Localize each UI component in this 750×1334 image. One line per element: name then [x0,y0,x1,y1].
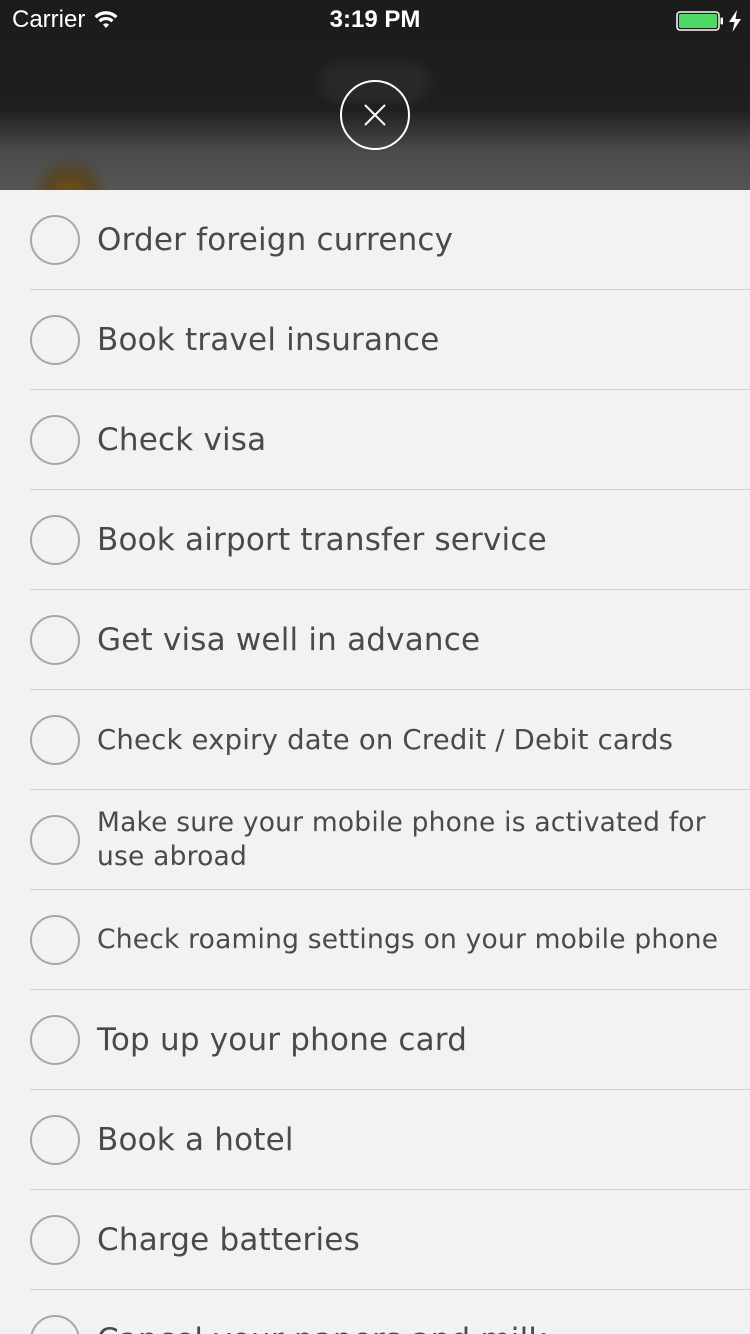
checklist-item-label: Charge batteries [97,1222,360,1258]
checkbox-circle[interactable] [30,215,80,265]
checklist-item[interactable]: Make sure your mobile phone is activated… [0,790,750,890]
checklist-item-label: Order foreign currency [97,222,454,258]
battery-group [676,10,742,32]
battery-icon [676,11,723,31]
checklist-item-label: Check visa [97,422,267,458]
checklist-item-label: Cancel your papers and milk [97,1322,730,1334]
checkbox-circle[interactable] [30,715,80,765]
checklist-item[interactable]: Order foreign currency [0,190,750,290]
checklist-item[interactable]: Book travel insurance [0,290,750,390]
checklist-item[interactable]: Book airport transfer service [0,490,750,590]
checkbox-circle[interactable] [30,1215,80,1265]
checkbox-circle[interactable] [30,615,80,665]
status-bar: Carrier 3:19 PM [0,0,750,40]
checkbox-circle[interactable] [30,815,80,865]
checklist-screen: Carrier 3:19 PM Order foreign currency B… [0,0,750,1334]
checklist-item-label: Get visa well in advance [97,622,481,658]
checklist-item[interactable]: Get visa well in advance [0,590,750,690]
checkbox-circle[interactable] [30,915,80,965]
checklist-item-label: Book travel insurance [97,322,440,358]
charging-bolt-icon [729,10,741,32]
checkbox-circle[interactable] [30,315,80,365]
checklist-item[interactable]: Cancel your papers and milk [0,1290,750,1334]
checklist-item-label: Make sure your mobile phone is activated… [97,807,706,872]
close-button[interactable] [340,80,410,150]
header-background: Carrier 3:19 PM [0,0,750,190]
status-time: 3:19 PM [329,6,421,33]
checklist-item-label: Book a hotel [97,1122,294,1158]
checklist: Order foreign currency Book travel insur… [0,190,750,1334]
checklist-item[interactable]: Top up your phone card [0,990,750,1090]
checklist-item[interactable]: Check roaming settings on your mobile ph… [0,890,750,990]
checklist-item-label: Top up your phone card [97,1022,468,1058]
checkbox-circle[interactable] [30,1015,80,1065]
checklist-item-label: Check roaming settings on your mobile ph… [97,924,719,955]
checklist-item[interactable]: Check visa [0,390,750,490]
checklist-item-label: Check expiry date on Credit / Debit card… [97,724,674,756]
checklist-item[interactable]: Check expiry date on Credit / Debit card… [0,690,750,790]
header-blurred-image [30,155,110,190]
checklist-item[interactable]: Book a hotel [0,1090,750,1190]
checkbox-circle[interactable] [30,515,80,565]
close-icon [364,104,386,126]
checklist-item[interactable]: Charge batteries [0,1190,750,1290]
checkbox-circle[interactable] [30,415,80,465]
checkbox-circle[interactable] [30,1115,80,1165]
checklist-item-label: Book airport transfer service [97,522,547,558]
checkbox-circle[interactable] [30,1315,80,1334]
